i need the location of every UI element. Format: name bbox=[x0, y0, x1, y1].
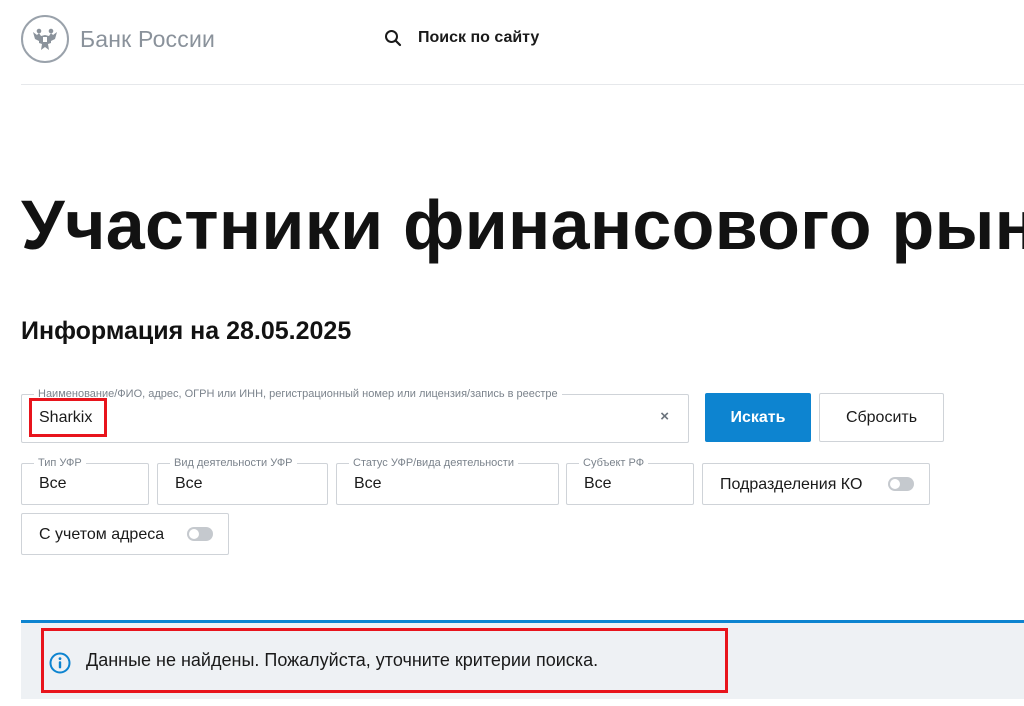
ko-divisions-label: Подразделения КО bbox=[720, 476, 863, 493]
logo-text: Банк России bbox=[80, 25, 216, 52]
search-button[interactable]: Искать bbox=[705, 393, 811, 442]
page-title: Участники финансового рын bbox=[21, 186, 1024, 264]
activity-type-value: Все bbox=[175, 475, 203, 492]
with-address-toggle-box[interactable]: С учетом адреса bbox=[21, 513, 229, 555]
page: Банк России Поиск по сайту Участники фин… bbox=[0, 0, 1024, 706]
activity-type-label: Вид деятельности УФР bbox=[170, 456, 297, 470]
ufr-type-label: Тип УФР bbox=[34, 456, 86, 470]
info-date-heading: Информация на 28.05.2025 bbox=[21, 317, 352, 345]
eagle-emblem-icon bbox=[21, 15, 69, 63]
search-query-label: Наименование/ФИО, адрес, ОГРН или ИНН, р… bbox=[34, 387, 562, 401]
message-highlight-box bbox=[41, 628, 728, 693]
status-select[interactable]: Статус УФР/вида деятельности Все bbox=[336, 456, 559, 505]
ufr-type-value: Все bbox=[39, 475, 67, 492]
with-address-toggle[interactable] bbox=[187, 527, 213, 541]
header-divider bbox=[21, 84, 1024, 85]
site-search-label: Поиск по сайту bbox=[418, 29, 540, 46]
status-label: Статус УФР/вида деятельности bbox=[349, 456, 518, 470]
bank-logo[interactable]: Банк России bbox=[21, 15, 215, 63]
ko-divisions-toggle-box[interactable]: Подразделения КО bbox=[702, 463, 930, 505]
site-search-link[interactable]: Поиск по сайту bbox=[384, 29, 539, 47]
region-value: Все bbox=[584, 475, 612, 492]
reset-button[interactable]: Сбросить bbox=[819, 393, 944, 442]
ufr-type-select[interactable]: Тип УФР Все bbox=[21, 456, 149, 505]
activity-type-select[interactable]: Вид деятельности УФР Все bbox=[157, 456, 328, 505]
with-address-label: С учетом адреса bbox=[39, 526, 165, 543]
region-label: Субъект РФ bbox=[579, 456, 649, 470]
region-select[interactable]: Субъект РФ Все bbox=[566, 456, 694, 505]
ko-divisions-toggle[interactable] bbox=[888, 477, 914, 491]
status-value: Все bbox=[354, 475, 382, 492]
query-highlight-box bbox=[29, 398, 107, 437]
clear-icon[interactable]: × bbox=[660, 408, 669, 425]
search-query-field[interactable]: Наименование/ФИО, адрес, ОГРН или ИНН, р… bbox=[21, 387, 689, 443]
search-icon bbox=[385, 30, 402, 47]
